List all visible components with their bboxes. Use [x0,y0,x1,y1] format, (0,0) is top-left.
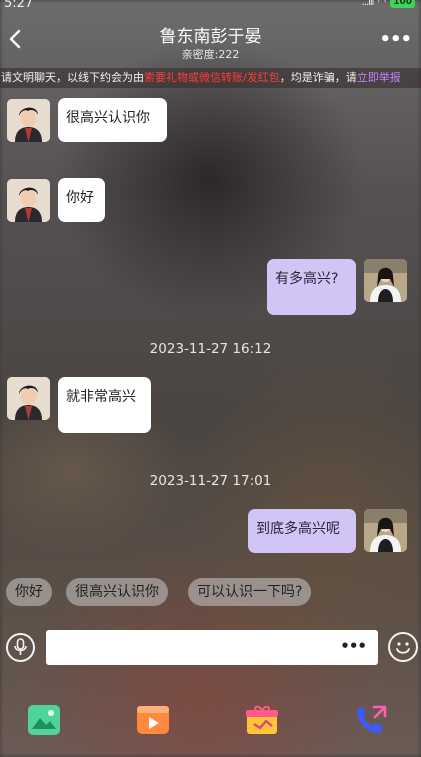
message-timestamp: 2023-11-27 16:12 [149,341,272,357]
input-bar: ••• [0,612,421,684]
smiley-face-icon [396,642,410,654]
female-avatar-photo [364,509,407,552]
my-avatar[interactable] [364,259,407,302]
message-timestamp: 2023-11-27 17:01 [149,473,272,489]
male-avatar-illustration [7,179,50,222]
message-bubble-received[interactable]: 你好 [58,178,105,222]
voice-input-icon[interactable] [6,633,35,662]
quick-reply-chip[interactable]: 你好 [6,578,52,606]
quick-reply-chip[interactable]: 很高兴认识你 [66,578,168,606]
message-text: 到底多高兴呢 [256,521,340,537]
emoji-icon[interactable] [388,632,418,662]
contact-avatar[interactable] [7,377,50,420]
message-bubble-sent[interactable]: 到底多高兴呢 [248,509,356,553]
message-bubble-sent[interactable]: 有多高兴? [267,259,356,315]
phone-icon[interactable] [354,704,388,736]
message-bubble-received[interactable]: 很高兴认识你 [58,98,167,142]
gift-icon[interactable] [245,704,279,736]
photo-icon[interactable] [27,704,61,736]
message-text: 有多高兴? [275,271,339,287]
message-text: 就非常高兴 [66,389,136,405]
more-input-options-icon[interactable]: ••• [340,637,367,655]
message-input[interactable]: ••• [46,630,378,665]
my-avatar[interactable] [364,509,407,552]
video-icon[interactable] [136,704,170,736]
bottom-toolbar [0,684,421,757]
male-avatar-illustration [7,99,50,142]
message-bubble-received[interactable]: 就非常高兴 [58,377,151,433]
contact-avatar[interactable] [7,179,50,222]
contact-avatar[interactable] [7,99,50,142]
male-avatar-illustration [7,377,50,420]
quick-reply-chip[interactable]: 可以认识一下吗? [188,578,312,606]
female-avatar-photo [364,259,407,302]
message-text: 很高兴认识你 [66,110,150,126]
microphone-icon [14,638,27,655]
message-text: 你好 [66,190,94,206]
